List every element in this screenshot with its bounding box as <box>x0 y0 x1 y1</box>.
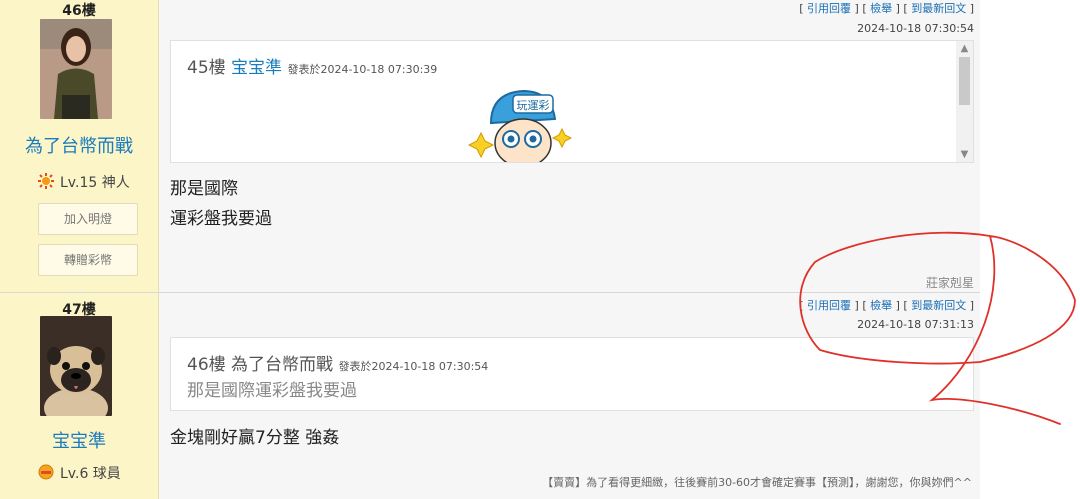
post-links: [ 引用回覆 ] [ 檢舉 ] [ 到最新回文 ] <box>799 2 974 15</box>
quote-header: 45樓 宝宝準 發表於2024-10-18 07:30:39 <box>187 53 437 78</box>
post-content: [ 引用回覆 ] [ 檢舉 ] [ 到最新回文 ] 2024-10-18 07:… <box>159 293 980 499</box>
floor-number: 46樓 <box>62 3 96 19</box>
post-links: [ 引用回覆 ] [ 檢舉 ] [ 到最新回文 ] <box>799 299 974 312</box>
username[interactable]: 為了台幣而戰 <box>0 132 158 158</box>
quote-posted-time: 發表於2024-10-18 07:30:39 <box>287 63 438 76</box>
quote-user: 為了台幣而戰 <box>231 355 334 375</box>
scroll-thumb[interactable] <box>959 57 970 105</box>
gift-coin-button[interactable]: 轉贈彩幣 <box>38 244 138 276</box>
sticker-image: 玩運彩 <box>461 79 581 162</box>
user-panel: 47樓 宝宝準 Lv.6 球員 <box>0 293 159 499</box>
quote-text: 那是國際運彩盤我要過 <box>187 381 357 401</box>
post-line: 那是國際 <box>170 179 238 199</box>
post-line: 運彩盤我要過 <box>170 209 272 229</box>
sticker-text: 玩運彩 <box>517 99 550 112</box>
post-line: 金塊剛好贏7分整 強姦 <box>170 428 340 448</box>
post-47: 47樓 宝宝準 Lv.6 球員 [ 引用回覆 ] [ 檢舉 ] [到最新回文 … <box>0 293 980 499</box>
quote-reply-link[interactable]: 引用回覆 <box>807 2 851 15</box>
post-time: 2024-10-18 07:31:13 <box>857 318 974 331</box>
level-text: Lv.15 神人 <box>60 175 130 191</box>
report-link[interactable]: 檢舉 <box>870 2 892 15</box>
post-time: 2024-10-18 07:30:54 <box>857 22 974 35</box>
scroll-up-icon[interactable]: ▲ <box>956 43 973 54</box>
avatar[interactable] <box>40 316 112 416</box>
quote-box: 46樓 為了台幣而戰 發表於2024-10-18 07:30:54 那是國際運彩… <box>170 337 974 411</box>
scroll-down-icon[interactable]: ▼ <box>956 149 973 160</box>
report-link[interactable]: 檢舉 <box>870 299 892 312</box>
footer-notice: 【賣賣】為了看得更細緻，往後賽前30-60才會確定賽事【預測】，謝謝您，你與妳們… <box>542 476 972 489</box>
quote-box[interactable]: 45樓 宝宝準 發表於2024-10-18 07:30:39 玩運彩 ▲ ▼ <box>170 40 974 163</box>
latest-reply-link[interactable]: 到最新回文 <box>911 2 966 15</box>
level-icon <box>38 464 54 484</box>
user-level: Lv.6 球員 <box>38 463 121 484</box>
quote-header: 46樓 為了台幣而戰 發表於2024-10-18 07:30:54 <box>187 350 488 375</box>
quote-floor: 45樓 <box>187 58 226 78</box>
signature: 莊家剋星 <box>925 276 974 290</box>
quote-user: 宝宝準 <box>231 58 283 78</box>
user-level: Lv.15 神人 <box>38 172 130 193</box>
flame-icon <box>38 173 54 193</box>
post-46: 46樓 為了台幣而戰 Lv.15 神人 加入明燈 轉贈彩幣 [ 引用回覆 ] [… <box>0 0 980 293</box>
avatar[interactable] <box>40 19 112 119</box>
post-body: 金塊剛好贏7分整 強姦 <box>170 423 339 453</box>
user-panel: 46樓 為了台幣而戰 Lv.15 神人 加入明燈 轉贈彩幣 <box>0 0 159 292</box>
post-content: [ 引用回覆 ] [ 檢舉 ] [ 到最新回文 ] 2024-10-18 07:… <box>159 0 980 292</box>
level-text: Lv.6 球員 <box>60 466 121 482</box>
post-body: 那是國際 運彩盤我要過 <box>170 174 272 234</box>
latest-reply-link[interactable]: 到最新回文 <box>911 299 966 312</box>
add-light-button[interactable]: 加入明燈 <box>38 203 138 235</box>
username[interactable]: 宝宝準 <box>0 427 158 453</box>
quote-floor: 46樓 <box>187 355 226 375</box>
quote-reply-link[interactable]: 引用回覆 <box>807 299 851 312</box>
quote-scrollbar[interactable]: ▲ ▼ <box>956 41 973 162</box>
quote-posted-time: 發表於2024-10-18 07:30:54 <box>338 360 489 373</box>
